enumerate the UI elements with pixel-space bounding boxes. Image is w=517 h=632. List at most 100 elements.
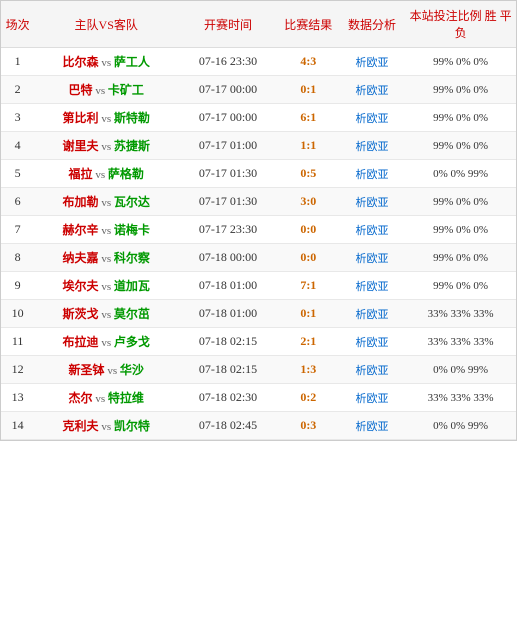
row-score: 0:0 xyxy=(278,216,339,244)
away-team: 卡矿工 xyxy=(108,83,144,97)
home-team: 比尔森 xyxy=(63,55,99,69)
table-header-row: 场次 主队VS客队 开赛时间 比赛结果 数据分析 本站投注比例 胜 平 负 xyxy=(1,1,516,48)
away-team: 诺梅卡 xyxy=(114,223,150,237)
analyze-link[interactable]: 析欧亚 xyxy=(355,141,388,153)
row-analyze[interactable]: 析欧亚 xyxy=(339,76,405,104)
analyze-link[interactable]: 析欧亚 xyxy=(355,225,388,237)
table-row: 2巴特 vs 卡矿工07-17 00:000:1析欧亚99% 0% 0% xyxy=(1,76,516,104)
row-analyze[interactable]: 析欧亚 xyxy=(339,356,405,384)
row-analyze[interactable]: 析欧亚 xyxy=(339,216,405,244)
table-row: 6布加勒 vs 瓦尔达07-17 01:303:0 析欧亚 99% 0% 0% xyxy=(1,188,516,216)
row-analyze[interactable]: 析欧亚 xyxy=(339,244,405,272)
away-team: 特拉维 xyxy=(108,391,144,405)
row-teams: 谢里夫 vs 苏捷斯 xyxy=(34,132,178,160)
vs-separator: vs xyxy=(99,141,114,153)
row-time: 07-17 23:30 xyxy=(178,216,278,244)
home-team: 第比利 xyxy=(63,111,99,125)
vs-separator: vs xyxy=(93,85,108,97)
row-index: 7 xyxy=(1,216,34,244)
row-score: 0:3 xyxy=(278,412,339,440)
row-odds: 33% 33% 33% xyxy=(405,300,516,328)
row-time: 07-18 01:00 xyxy=(178,300,278,328)
analyze-link[interactable]: 析欧亚 xyxy=(355,365,388,377)
vs-separator: vs xyxy=(99,281,114,293)
row-teams: 杰尔 vs 特拉维 xyxy=(34,384,178,412)
row-analyze[interactable]: 析欧亚 xyxy=(339,300,405,328)
row-analyze[interactable]: 析欧亚 xyxy=(339,160,405,188)
row-score: 3:0 xyxy=(278,188,339,216)
analyze-link[interactable]: 析欧亚 xyxy=(355,253,388,265)
analyze-link[interactable]: 析欧亚 xyxy=(355,281,388,293)
row-index: 8 xyxy=(1,244,34,272)
vs-separator: vs xyxy=(99,57,114,69)
row-score: 0:1 xyxy=(278,300,339,328)
row-odds: 99% 0% 0% xyxy=(405,76,516,104)
row-analyze[interactable]: 析欧亚 xyxy=(339,384,405,412)
away-team: 萨工人 xyxy=(114,55,150,69)
table-row: 12新圣钵 vs 华沙07-18 02:151:3析欧亚0% 0% 99% xyxy=(1,356,516,384)
away-team: 莫尔茁 xyxy=(114,307,150,321)
row-analyze[interactable]: 析欧亚 xyxy=(339,272,405,300)
analyze-link[interactable]: 析欧亚 xyxy=(355,421,388,433)
vs-separator: vs xyxy=(99,197,114,209)
row-score: 0:5 xyxy=(278,160,339,188)
analyze-link[interactable]: 析欧亚 xyxy=(355,169,388,181)
away-team: 斯特勒 xyxy=(114,111,150,125)
row-odds: 99% 0% 0% xyxy=(405,188,516,216)
row-odds: 99% 0% 0% xyxy=(405,244,516,272)
analyze-link[interactable]: 析欧亚 xyxy=(355,197,388,209)
header-score: 比赛结果 xyxy=(278,1,339,48)
row-analyze[interactable]: 析欧亚 xyxy=(339,48,405,76)
row-analyze[interactable]: 析欧亚 xyxy=(339,104,405,132)
table-row: 7赫尔辛 vs 诺梅卡07-17 23:300:0析欧亚99% 0% 0% xyxy=(1,216,516,244)
row-odds: 99% 0% 0% xyxy=(405,272,516,300)
row-teams: 第比利 vs 斯特勒 xyxy=(34,104,178,132)
row-analyze[interactable]: 析欧亚 xyxy=(339,412,405,440)
row-time: 07-16 23:30 xyxy=(178,48,278,76)
row-analyze[interactable]: 析欧亚 xyxy=(339,188,405,216)
away-team: 道加瓦 xyxy=(114,279,150,293)
vs-separator: vs xyxy=(93,169,108,181)
away-team: 华沙 xyxy=(120,363,144,377)
home-team: 福拉 xyxy=(69,167,93,181)
vs-separator: vs xyxy=(99,337,114,349)
home-team: 巴特 xyxy=(69,83,93,97)
table-row: 14克利夫 vs 凯尔特07-18 02:450:3析欧亚0% 0% 99% xyxy=(1,412,516,440)
table-row: 11布拉迪 vs 卢多戈07-18 02:152:1析欧亚33% 33% 33% xyxy=(1,328,516,356)
row-analyze[interactable]: 析欧亚 xyxy=(339,328,405,356)
row-time: 07-17 00:00 xyxy=(178,104,278,132)
matches-table: 场次 主队VS客队 开赛时间 比赛结果 数据分析 本站投注比例 胜 平 负 1比… xyxy=(1,1,516,440)
analyze-link[interactable]: 析欧亚 xyxy=(355,113,388,125)
row-odds: 99% 0% 0% xyxy=(405,104,516,132)
analyze-link[interactable]: 析欧亚 xyxy=(355,393,388,405)
row-analyze[interactable]: 析欧亚 xyxy=(339,132,405,160)
row-score: 0:2 xyxy=(278,384,339,412)
row-teams: 巴特 vs 卡矿工 xyxy=(34,76,178,104)
row-teams: 赫尔辛 vs 诺梅卡 xyxy=(34,216,178,244)
row-odds: 0% 0% 99% xyxy=(405,356,516,384)
row-teams: 布加勒 vs 瓦尔达 xyxy=(34,188,178,216)
home-team: 布加勒 xyxy=(63,195,99,209)
row-time: 07-18 00:00 xyxy=(178,244,278,272)
row-odds: 33% 33% 33% xyxy=(405,328,516,356)
home-team: 斯茨戈 xyxy=(63,307,99,321)
table-row: 13杰尔 vs 特拉维07-18 02:300:2析欧亚33% 33% 33% xyxy=(1,384,516,412)
vs-separator: vs xyxy=(105,365,120,377)
analyze-link[interactable]: 析欧亚 xyxy=(355,309,388,321)
row-index: 10 xyxy=(1,300,34,328)
analyze-link[interactable]: 析欧亚 xyxy=(355,337,388,349)
table-row: 9埃尔夫 vs 道加瓦07-18 01:007:1析欧亚99% 0% 0% xyxy=(1,272,516,300)
row-index: 3 xyxy=(1,104,34,132)
away-team: 凯尔特 xyxy=(114,419,150,433)
vs-separator: vs xyxy=(99,225,114,237)
home-team: 新圣钵 xyxy=(69,363,105,377)
row-time: 07-17 01:30 xyxy=(178,188,278,216)
row-teams: 新圣钵 vs 华沙 xyxy=(34,356,178,384)
analyze-link[interactable]: 析欧亚 xyxy=(355,57,388,69)
row-odds: 0% 0% 99% xyxy=(405,160,516,188)
row-index: 6 xyxy=(1,188,34,216)
row-index: 11 xyxy=(1,328,34,356)
away-team: 苏捷斯 xyxy=(114,139,150,153)
row-score: 1:3 xyxy=(278,356,339,384)
analyze-link[interactable]: 析欧亚 xyxy=(355,85,388,97)
